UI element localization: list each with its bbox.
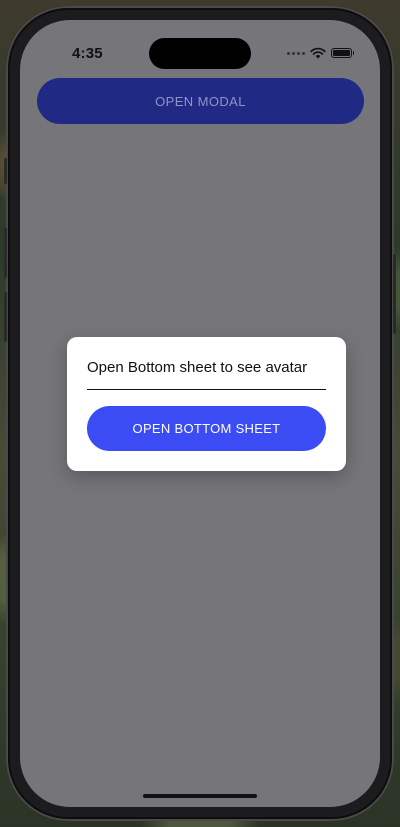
action-button	[4, 158, 7, 184]
app-screen: 4:35 OPEN MODAL Open Bottom sheet to see…	[20, 20, 380, 807]
home-indicator[interactable]	[143, 794, 257, 798]
status-time: 4:35	[72, 45, 103, 62]
open-modal-button[interactable]: OPEN MODAL	[37, 78, 364, 124]
status-bar: 4:35	[20, 20, 380, 76]
cellular-dots-icon	[287, 51, 305, 55]
modal-message: Open Bottom sheet to see avatar	[87, 359, 308, 376]
open-bottom-sheet-button[interactable]: OPEN BOTTOM SHEET	[87, 406, 326, 451]
wifi-icon	[310, 47, 326, 59]
battery-icon	[331, 48, 354, 58]
power-button	[393, 254, 396, 334]
dynamic-island	[149, 38, 251, 69]
volume-down-button	[4, 292, 7, 342]
modal-dialog: Open Bottom sheet to see avatar OPEN BOT…	[67, 337, 346, 471]
phone-frame: 4:35 OPEN MODAL Open Bottom sheet to see…	[4, 6, 396, 821]
modal-divider	[87, 389, 326, 390]
status-icons	[287, 47, 354, 59]
volume-up-button	[4, 228, 7, 278]
